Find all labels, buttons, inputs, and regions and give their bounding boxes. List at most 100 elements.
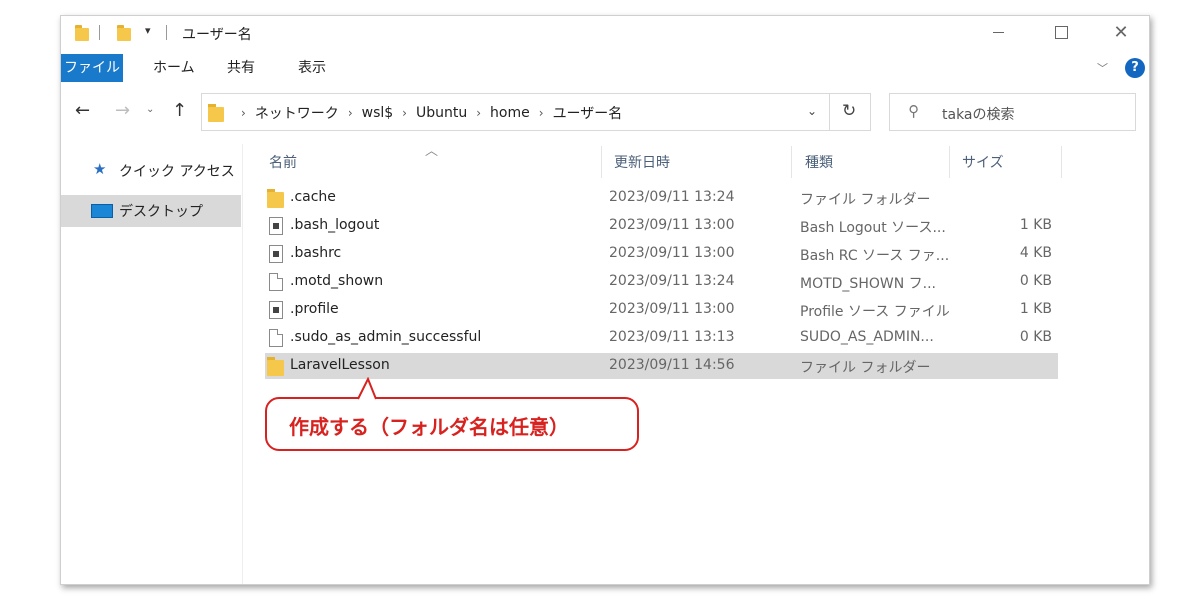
address-bar[interactable]: › ネットワーク › wsl$ › Ubuntu › home › ユーザー名 … — [201, 93, 871, 131]
file-size: 1 KB — [1019, 301, 1052, 317]
file-row-bash-logout[interactable]: .bash_logout 2023/09/11 13:00 Bash Logou… — [265, 213, 1058, 239]
breadcrumb-separator-icon[interactable]: › — [539, 106, 544, 120]
file-row-cache[interactable]: .cache 2023/09/11 13:24 ファイル フォルダー — [265, 185, 1058, 211]
file-type: SUDO_AS_ADMIN... — [800, 329, 934, 345]
breadcrumb-separator-icon[interactable]: › — [476, 106, 481, 120]
forward-arrow-icon[interactable]: → — [115, 100, 130, 121]
file-name: .sudo_as_admin_successful — [290, 329, 482, 345]
quick-access-toolbar-dropdown[interactable]: ▾ — [145, 24, 151, 37]
file-size: 4 KB — [1019, 245, 1052, 261]
help-icon[interactable]: ? — [1125, 58, 1145, 78]
file-date: 2023/09/11 13:13 — [609, 329, 735, 345]
source-file-icon — [269, 301, 283, 319]
divider — [829, 94, 830, 130]
search-placeholder: takaの検索 — [942, 107, 1015, 123]
desktop-icon — [91, 204, 113, 218]
file-size: 0 KB — [1019, 329, 1052, 345]
back-arrow-icon[interactable]: ← — [75, 100, 90, 121]
folder-icon — [267, 188, 284, 208]
tab-home[interactable]: ホーム — [139, 54, 209, 82]
navigation-pane: ★ クイック アクセス デスクトップ — [61, 144, 243, 584]
file-date: 2023/09/11 13:00 — [609, 301, 735, 317]
breadcrumb: › ネットワーク › wsl$ › Ubuntu › home › ユーザー名 — [232, 94, 622, 132]
breadcrumb-home[interactable]: home — [490, 105, 530, 121]
file-date: 2023/09/11 13:00 — [609, 245, 735, 261]
source-file-icon — [269, 245, 283, 263]
file-date: 2023/09/11 13:24 — [609, 273, 735, 289]
breadcrumb-network[interactable]: ネットワーク — [255, 103, 339, 123]
column-header-type[interactable]: 種類 — [805, 149, 833, 177]
file-type: Bash Logout ソース... — [800, 220, 946, 236]
expand-ribbon-chevron-icon[interactable]: ﹀ — [1097, 60, 1108, 76]
ribbon-tabs: ファイル ホーム 共有 表示 ﹀ ? — [61, 54, 1149, 84]
file-name: .bash_logout — [290, 217, 380, 233]
column-divider[interactable] — [949, 146, 950, 178]
source-file-icon — [269, 217, 283, 235]
file-row-laravellesson[interactable]: LaravelLesson 2023/09/11 14:56 ファイル フォルダ… — [265, 353, 1058, 379]
divider — [166, 25, 167, 40]
folder-icon — [267, 356, 284, 376]
file-date: 2023/09/11 14:56 — [609, 357, 735, 373]
address-history-chevron-icon[interactable]: ⌄ — [807, 104, 817, 118]
file-size: 1 KB — [1019, 217, 1052, 233]
sidebar-item-label: クイック アクセス — [119, 164, 235, 180]
file-explorer-window: ▾ ユーザー名 ✕ ファイル ホーム 共有 表示 ﹀ ? ← → ⌄ ↑ › ネ… — [60, 15, 1150, 585]
sidebar-item-label: デスクトップ — [119, 204, 203, 220]
navigation-bar: ← → ⌄ ↑ › ネットワーク › wsl$ › Ubuntu › home … — [61, 92, 1149, 134]
search-icon: ⚲ — [908, 102, 919, 120]
breadcrumb-separator-icon[interactable]: › — [241, 106, 246, 120]
file-name: .profile — [290, 301, 339, 317]
sidebar-item-desktop[interactable]: デスクトップ — [61, 195, 241, 227]
column-divider[interactable] — [791, 146, 792, 178]
column-header-name[interactable]: 名前 — [269, 149, 297, 177]
recent-locations-chevron-icon[interactable]: ⌄ — [146, 104, 154, 115]
file-type: MOTD_SHOWN フ... — [800, 276, 936, 292]
file-type: Bash RC ソース ファ... — [800, 248, 950, 264]
column-header-date[interactable]: 更新日時 — [614, 149, 670, 177]
title-bar: ▾ ユーザー名 ✕ — [61, 16, 1149, 50]
sidebar-item-quick-access[interactable]: ★ クイック アクセス — [61, 154, 241, 186]
breadcrumb-ubuntu[interactable]: Ubuntu — [416, 105, 467, 121]
breadcrumb-separator-icon[interactable]: › — [348, 106, 353, 120]
blank-file-icon — [269, 273, 283, 291]
file-row-profile[interactable]: .profile 2023/09/11 13:00 Profile ソース ファ… — [265, 297, 1058, 323]
file-type: ファイル フォルダー — [800, 360, 931, 376]
tab-share[interactable]: 共有 — [213, 54, 269, 82]
divider — [99, 25, 100, 40]
window-title: ユーザー名 — [182, 27, 252, 43]
annotation-callout: 作成する（フォルダ名は任意） — [265, 397, 639, 451]
file-date: 2023/09/11 13:00 — [609, 217, 735, 233]
file-row-sudo-as-admin-successful[interactable]: .sudo_as_admin_successful 2023/09/11 13:… — [265, 325, 1058, 351]
up-arrow-icon[interactable]: ↑ — [172, 100, 187, 121]
callout-pointer — [357, 377, 377, 401]
breadcrumb-separator-icon[interactable]: › — [402, 106, 407, 120]
close-button[interactable]: ✕ — [1098, 16, 1144, 48]
file-row-motd-shown[interactable]: .motd_shown 2023/09/11 13:24 MOTD_SHOWN … — [265, 269, 1058, 295]
folder-icon — [208, 104, 224, 122]
file-date: 2023/09/11 13:24 — [609, 189, 735, 205]
folder-icon — [75, 25, 89, 41]
file-name: LaravelLesson — [290, 357, 390, 373]
file-type: Profile ソース ファイル — [800, 304, 950, 320]
breadcrumb-wsl[interactable]: wsl$ — [362, 105, 394, 121]
tab-file[interactable]: ファイル — [61, 54, 123, 82]
maximize-button[interactable] — [1038, 16, 1084, 48]
annotation-text: 作成する（フォルダ名は任意） — [289, 415, 569, 439]
file-name: .motd_shown — [290, 273, 384, 289]
file-size: 0 KB — [1019, 273, 1052, 289]
blank-file-icon — [269, 329, 283, 347]
sort-ascending-caret-icon: ︿ — [425, 144, 439, 159]
column-divider[interactable] — [1061, 146, 1062, 178]
minimize-button[interactable] — [975, 16, 1021, 48]
tab-view[interactable]: 表示 — [284, 54, 340, 82]
file-row-bashrc[interactable]: .bashrc 2023/09/11 13:00 Bash RC ソース ファ.… — [265, 241, 1058, 267]
search-box[interactable]: ⚲ takaの検索 — [889, 93, 1136, 131]
column-header-size[interactable]: サイズ — [962, 149, 1004, 177]
refresh-icon[interactable]: ↻ — [842, 101, 856, 121]
file-name: .cache — [290, 189, 336, 205]
breadcrumb-username[interactable]: ユーザー名 — [553, 103, 623, 123]
column-divider[interactable] — [601, 146, 602, 178]
star-icon: ★ — [93, 160, 107, 178]
file-type: ファイル フォルダー — [800, 192, 931, 208]
new-folder-icon[interactable] — [117, 25, 131, 41]
